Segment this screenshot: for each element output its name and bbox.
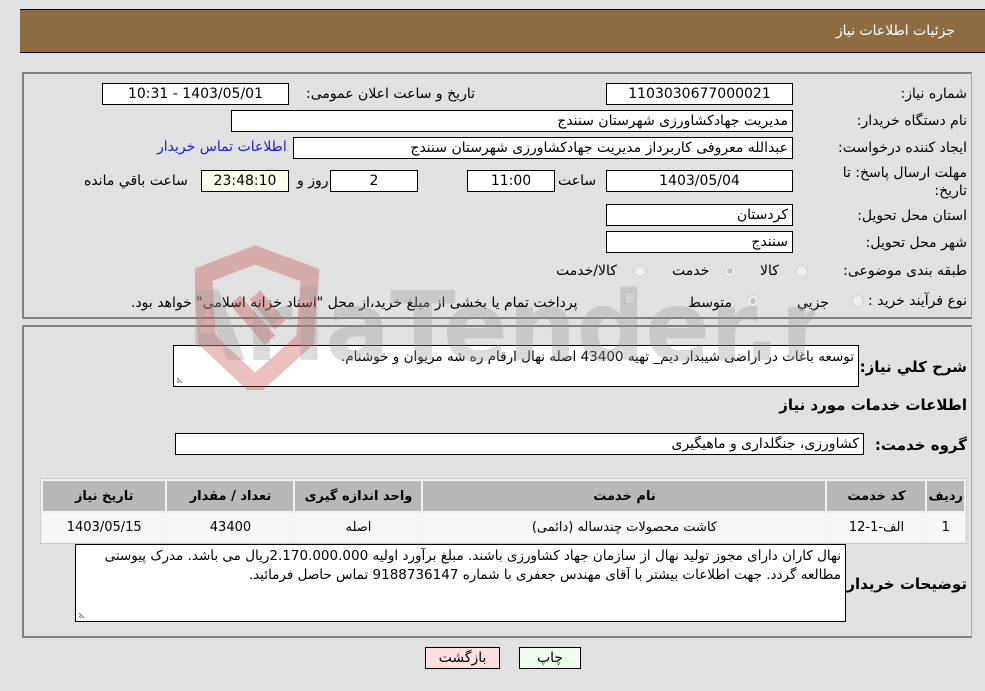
service-group-label: گروه خدمت: [874,436,967,454]
deadline-time-label: ساعت [558,173,597,189]
cell-row-number: 1 [927,513,964,541]
buyer-notes-text: نهال کاران دارای مجوز تولید نهال از سازم… [104,548,841,583]
table-header-row: ردیف کد خدمت نام خدمت واحد اندازه گیری ت… [43,481,964,511]
resize-grip-icon[interactable] [78,610,87,619]
days-label: روز و [297,173,329,189]
page-title: جزئیات اطلاعات نیاز [835,23,955,39]
description-text: توسعه باغات در اراضی شیبدار دیم_ تهیه 43… [341,349,854,365]
cell-need-date: 1403/05/15 [43,513,166,541]
deadline-time-field[interactable]: 11:00 [467,170,555,192]
col-header-row-number: ردیف [927,481,964,511]
buyer-notes-field[interactable]: نهال کاران دارای مجوز تولید نهال از سازم… [75,544,846,622]
treasury-checkbox-label: پرداخت تمام یا بخشی از مبلغ خرید،از محل … [131,295,578,311]
days-remaining-field[interactable]: 2 [330,170,418,192]
buyer-org-label: نام دستگاه خریدار: [856,113,967,129]
print-button[interactable]: چاپ [519,647,581,669]
description-field[interactable]: توسعه باغات در اراضی شیبدار دیم_ تهیه 43… [173,345,859,387]
category-label: طبقه بندی موضوعی: [843,263,967,279]
purchase-type-label: نوع فرآیند خرید : [868,293,967,309]
cell-quantity: 43400 [167,513,294,541]
treasury-checkbox[interactable] [624,292,636,304]
buyer-notes-label: توضیحات خریدار: [840,575,967,593]
category-radio-goods-service[interactable] [634,265,646,277]
cell-service-code: الف-1-12 [827,513,926,541]
announce-datetime-label: تاریخ و ساعت اعلان عمومی: [306,86,475,102]
time-remaining-label: ساعت باقي مانده [84,173,188,189]
requester-field[interactable]: عبدالله معروفی کاربرداز مدیریت جهادکشاور… [293,137,793,159]
cell-unit: اصله [295,513,422,541]
need-number-label: شماره نیاز: [900,86,968,102]
need-number-field[interactable]: 1103030677000021 [606,83,793,105]
province-field[interactable]: کردستان [606,204,793,226]
col-header-service-name: نام خدمت [423,481,826,511]
description-label: شرح کلي نیاز: [859,358,967,376]
time-remaining-field: 23:48:10 [201,170,289,192]
col-header-quantity: تعداد / مقدار [167,481,294,511]
purchase-type-radio-medium[interactable] [747,295,759,307]
announce-datetime-field[interactable]: 1403/05/01 - 10:31 [102,83,289,105]
province-label: استان محل تحویل: [857,208,967,224]
col-header-unit: واحد اندازه گیری [295,481,422,511]
buyer-org-field[interactable]: مدیریت جهادکشاورزی شهرستان سنندج [231,110,793,132]
city-field[interactable]: سنندج [606,231,793,253]
page-header: جزئیات اطلاعات نیاز [20,9,985,53]
service-group-field[interactable]: کشاورزی، جنگلداری و ماهیگیری [175,433,864,455]
purchase-type-radio-minor[interactable] [852,295,864,307]
purchase-type-option-minor: جزيي [797,295,829,311]
category-radio-goods[interactable] [796,265,808,277]
services-table: ردیف کد خدمت نام خدمت واحد اندازه گیری ت… [40,478,967,544]
category-option-goods: کالا [760,263,779,279]
requester-label: ایجاد کننده درخواست: [838,140,967,156]
category-option-service: خدمت [672,263,710,279]
city-label: شهر محل تحویل: [865,235,967,251]
back-button[interactable]: بازگشت [425,647,500,669]
deadline-label: مهلت ارسال پاسخ: تا تاریخ: [842,165,967,199]
buyer-contact-link[interactable]: اطلاعات تماس خریدار [157,139,287,155]
category-option-goods-service: کالا/خدمت [556,263,617,279]
col-header-service-code: کد خدمت [827,481,926,511]
category-radio-service[interactable] [724,265,736,277]
col-header-need-date: تاریخ نیاز [43,481,166,511]
deadline-date-field[interactable]: 1403/05/04 [606,170,793,192]
cell-service-name: کاشت محصولات چندساله (دائمی) [423,513,826,541]
services-section-title: اطلاعات خدمات مورد نیاز [779,396,967,414]
resize-grip-icon[interactable] [176,375,185,384]
table-row: 1 الف-1-12 کاشت محصولات چندساله (دائمی) … [43,513,964,541]
purchase-type-option-medium: متوسط [688,295,732,311]
